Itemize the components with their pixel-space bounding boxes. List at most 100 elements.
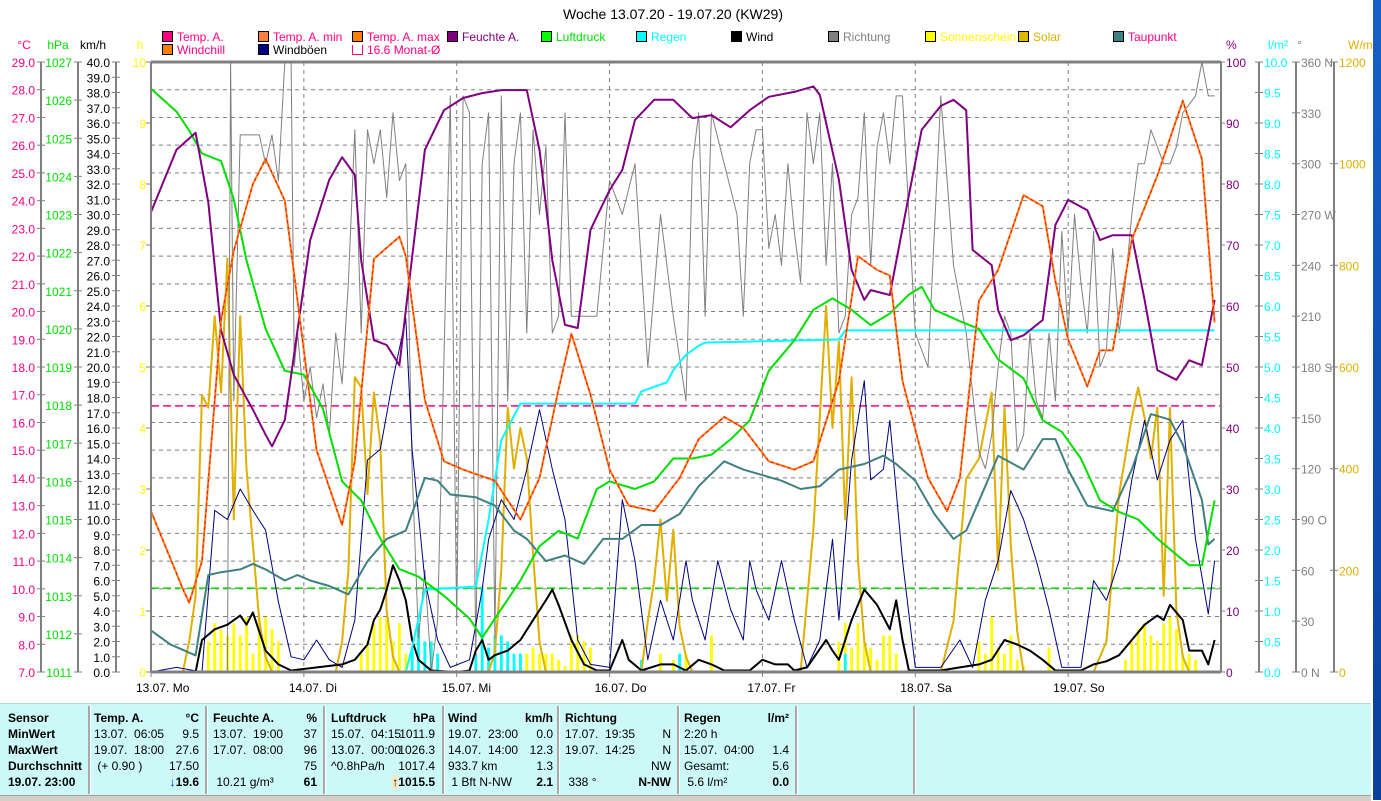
axis-tick-label-kmh: 22.0 bbox=[87, 331, 111, 345]
axis-tick-label-h: 7 bbox=[139, 239, 146, 253]
legend-swatch bbox=[925, 31, 936, 42]
legend-label: Richtung bbox=[843, 30, 891, 44]
luftdruck-header: Luftdruck bbox=[331, 711, 387, 725]
axis-tick-label-wm2: 800 bbox=[1339, 259, 1359, 273]
axis-tick-label-kmh: 36.0 bbox=[87, 117, 111, 131]
axis-tick-label-rain: 8.0 bbox=[1264, 178, 1281, 192]
legend-swatch bbox=[352, 45, 363, 55]
axis-tick-label-kmh: 34.0 bbox=[87, 148, 111, 162]
bar-sonnenschein bbox=[1194, 659, 1197, 672]
axis-tick-label-rain: 8.5 bbox=[1264, 148, 1281, 162]
bar-sonnenschein bbox=[1174, 629, 1178, 672]
axis-tick-label-kmh: 17.0 bbox=[87, 407, 111, 421]
x-axis-day-label: 13.07. Mo bbox=[136, 681, 190, 695]
legend-luftdruck: Luftdruck bbox=[541, 31, 605, 44]
axis-tick-label-kmh: 32.0 bbox=[87, 178, 111, 192]
temp-max-value: 27.6 bbox=[175, 743, 199, 757]
axis-tick-label-kmh: 40.0 bbox=[87, 56, 111, 70]
legend-label: Temp. A. max bbox=[367, 30, 440, 44]
regen-total-label: Gesamt: bbox=[684, 759, 730, 773]
bar-sonnenschein bbox=[894, 653, 898, 672]
axis-tick-label-hpa: 1025 bbox=[45, 132, 72, 146]
bar-regen-pro-stunde bbox=[843, 653, 847, 672]
feuchte-max-time: 17.07. 08:00 bbox=[213, 743, 284, 757]
bar-sonnenschein bbox=[882, 635, 885, 672]
axis-tick-label-temp: 27.0 bbox=[12, 111, 36, 125]
axis-unit-temp: °C bbox=[17, 38, 31, 52]
richtung-column: Richtung 17.07. 19:35 N 19.07. 14:25 N NW … bbox=[565, 710, 671, 790]
axis-tick-label-h: 8 bbox=[139, 178, 146, 192]
bar-sonnenschein bbox=[977, 641, 981, 672]
axis-tick-label-kmh: 33.0 bbox=[87, 163, 111, 177]
bar-sonnenschein bbox=[1162, 623, 1166, 672]
chart-title: Woche 13.07.20 - 19.07.20 (KW29) bbox=[563, 6, 783, 22]
richtung-min-time: 17.07. 19:35 bbox=[565, 727, 636, 741]
axis-tick-label-kmh: 25.0 bbox=[87, 285, 111, 299]
axis-tick-label-temp: 28.0 bbox=[12, 84, 36, 98]
axis-tick-label-deg: 90 O bbox=[1301, 514, 1327, 528]
axis-tick-label-kmh: 38.0 bbox=[87, 87, 111, 101]
x-axis-day-label: 14.07. Di bbox=[289, 681, 337, 695]
luftdruck-current-value: 1015.5 bbox=[398, 775, 435, 789]
axis-tick-label-h: 6 bbox=[139, 300, 146, 314]
bar-sonnenschein bbox=[276, 641, 280, 672]
column-divider bbox=[442, 706, 445, 794]
axis-tick-label-wm2: 600 bbox=[1339, 361, 1359, 375]
richtung-degrees: 338 ° bbox=[565, 775, 597, 789]
statistics-panel: Sensor MinWert MaxWert Durchschnitt 19.0… bbox=[0, 703, 1371, 796]
legend-swatch bbox=[541, 31, 552, 42]
feuchte-current-value: 61 bbox=[303, 775, 317, 789]
axis-tick-label-hpa: 1017 bbox=[45, 437, 72, 451]
axis-tick-label-rain: 6.5 bbox=[1264, 270, 1281, 284]
axis-tick-label-temp: 11.0 bbox=[13, 555, 36, 569]
axis-tick-label-rain: 0.0 bbox=[1264, 666, 1281, 680]
axis-tick-label-deg: 330 bbox=[1301, 107, 1321, 121]
axis-tick-label-h: 4 bbox=[139, 422, 146, 436]
legend-swatch bbox=[828, 31, 839, 42]
axis-tick-label-deg: 240 bbox=[1301, 259, 1321, 273]
bar-sonnenschein bbox=[1124, 659, 1127, 672]
bar-sonnenschein bbox=[1047, 647, 1051, 672]
bar-sonnenschein bbox=[264, 617, 268, 672]
axis-tick-label-kmh: 30.0 bbox=[87, 209, 111, 223]
axis-tick-label-hpa: 1016 bbox=[45, 475, 72, 489]
legend-label: Windböen bbox=[273, 43, 328, 57]
legend-swatch bbox=[162, 31, 173, 42]
axis-tick-label-temp: 25.0 bbox=[12, 167, 36, 181]
axis-tick-label-hpa: 1020 bbox=[45, 323, 72, 337]
axis-tick-label-pct: 30 bbox=[1226, 483, 1240, 497]
column-divider bbox=[205, 706, 208, 794]
axis-tick-label-rain: 3.0 bbox=[1264, 483, 1281, 497]
legend-label: 16.6 Monat-Ø bbox=[367, 43, 441, 57]
axis-unit-deg: ° bbox=[1297, 38, 1302, 52]
legend-swatch bbox=[1018, 31, 1029, 42]
legend-swatch bbox=[162, 44, 173, 55]
wind-header: Wind bbox=[448, 711, 478, 725]
luftdruck-max-time: 13.07. 00:00 bbox=[331, 743, 402, 757]
axis-tick-label-kmh: 37.0 bbox=[87, 102, 111, 116]
axis-tick-label-wm2: 0 bbox=[1339, 666, 1346, 680]
bar-sonnenschein bbox=[385, 617, 389, 672]
axis-tick-label-kmh: 20.0 bbox=[87, 361, 111, 375]
column-divider bbox=[88, 706, 91, 794]
wind-min-time: 19.07. 23:00 bbox=[448, 727, 519, 741]
bar-sonnenschein bbox=[359, 653, 363, 672]
axis-tick-label-kmh: 2.0 bbox=[93, 636, 110, 650]
axis-tick-label-kmh: 3.0 bbox=[93, 620, 110, 634]
axis-tick-label-rain: 2.0 bbox=[1264, 544, 1281, 558]
axis-tick-label-kmh: 14.0 bbox=[87, 453, 111, 467]
desktop-background bbox=[1373, 0, 1381, 800]
x-axis-day-label: 17.07. Fr bbox=[747, 681, 795, 695]
axis-tick-label-temp: 23.0 bbox=[12, 222, 36, 236]
axis-tick-label-rain: 9.0 bbox=[1264, 117, 1281, 131]
axis-tick-label-kmh: 6.0 bbox=[93, 575, 110, 589]
axis-tick-label-rain: 5.5 bbox=[1264, 331, 1281, 345]
axis-tick-label-temp: 29.0 bbox=[12, 56, 36, 70]
axis-tick-label-temp: 24.0 bbox=[12, 195, 36, 209]
legend-monatsmittel: 16.6 Monat-Ø bbox=[352, 44, 440, 57]
bar-sonnenschein bbox=[1003, 653, 1006, 672]
feuchte-max-value: 96 bbox=[303, 743, 317, 757]
axis-tick-label-temp: 17.0 bbox=[12, 389, 36, 403]
bar-sonnenschein bbox=[710, 635, 713, 672]
luftdruck-column: Luftdruck hPa 15.07. 04:15 1011.9 13.07. 0… bbox=[331, 710, 435, 790]
